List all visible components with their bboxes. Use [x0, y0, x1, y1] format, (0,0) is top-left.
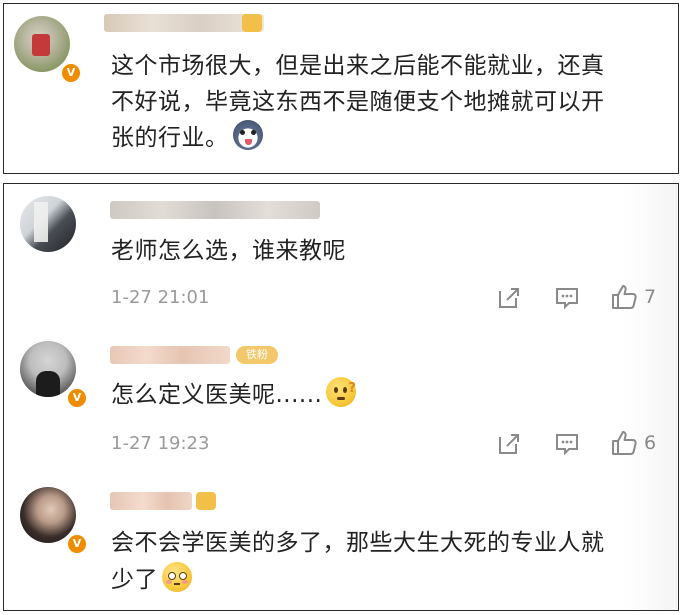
avatar[interactable]: [14, 16, 70, 72]
post-text-line-3: 张的行业。: [111, 120, 263, 156]
share-icon[interactable]: [496, 431, 522, 457]
comment-text-line-1: 会不会学医美的多了，那些大生大死的专业人就: [111, 530, 605, 556]
post-text-line-3-content: 张的行业。: [111, 125, 229, 151]
like-count: 7: [644, 286, 657, 308]
avatar[interactable]: [20, 487, 76, 543]
flushed-emoji-icon: [162, 562, 192, 592]
like-icon[interactable]: [610, 283, 638, 311]
comment-text: 怎么定义医美呢...... ?: [111, 377, 357, 413]
comments-card: 老师怎么选，谁来教呢 1-27 21:01 7 V 铁粉 怎么定义医美呢....…: [3, 183, 679, 611]
avatar[interactable]: [20, 196, 76, 252]
blurred-username: [110, 346, 230, 364]
comment-text-content: 怎么定义医美呢......: [111, 382, 323, 408]
like-count: 6: [644, 432, 657, 454]
comment-timestamp: 1-27 19:23: [111, 433, 210, 454]
thinking-emoji-icon: ?: [326, 377, 357, 407]
comment-timestamp: 1-27 21:01: [111, 287, 210, 308]
comment-text-line-2: 少了: [111, 562, 192, 598]
post-text-line-2: 不好说，毕竟这东西不是随便支个地摊就可以开: [111, 89, 605, 115]
verified-badge-icon: V: [66, 387, 88, 409]
comment-text: 老师怎么选，谁来教呢: [111, 238, 346, 264]
avatar[interactable]: [20, 341, 76, 397]
post-text-line-1: 这个市场很大，但是出来之后能不能就业，还真: [111, 53, 605, 79]
blurred-username: [104, 14, 264, 32]
fan-badge: 铁粉: [236, 346, 278, 364]
comment-icon[interactable]: [554, 285, 580, 311]
share-icon[interactable]: [496, 285, 522, 311]
top-post-card: V 这个市场很大，但是出来之后能不能就业，还真 不好说，毕竟这东西不是随便支个地…: [3, 3, 679, 174]
blurred-badge-icon: [242, 14, 262, 32]
blurred-badge-icon: [196, 492, 216, 510]
verified-badge-icon: V: [60, 62, 82, 84]
comment-text-line-2-content: 少了: [111, 567, 158, 593]
husky-emoji-icon: [232, 120, 263, 150]
verified-badge-icon: V: [66, 533, 88, 555]
blurred-username: [110, 201, 320, 219]
comment-icon[interactable]: [554, 431, 580, 457]
blurred-username: [110, 492, 192, 510]
like-icon[interactable]: [610, 429, 638, 457]
